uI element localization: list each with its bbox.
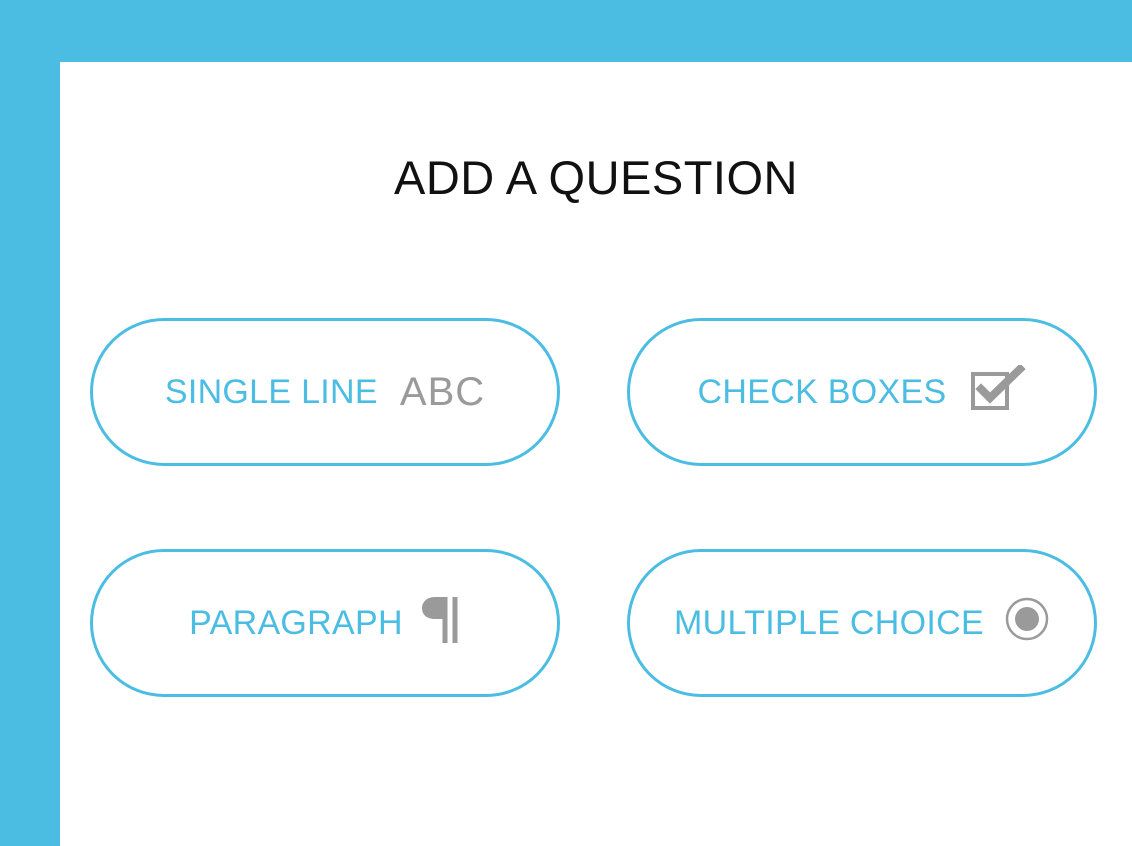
paragraph-button[interactable]: PARAGRAPH	[90, 549, 560, 697]
check-boxes-label: CHECK BOXES	[697, 372, 947, 411]
paragraph-label: PARAGRAPH	[189, 603, 403, 642]
paragraph-icon	[421, 595, 461, 645]
add-question-panel: ADD A QUESTION SINGLE LINE ABC CHECK BOX…	[60, 62, 1132, 846]
page-title: ADD A QUESTION	[394, 151, 798, 204]
single-line-button[interactable]: SINGLE LINE ABC	[90, 318, 560, 466]
single-line-label: SINGLE LINE	[164, 372, 378, 411]
check-boxes-button[interactable]: CHECK BOXES	[627, 318, 1097, 466]
top-bar	[0, 0, 1132, 62]
multiple-choice-label: MULTIPLE CHOICE	[674, 603, 984, 642]
checkbox-checked-icon	[970, 363, 1027, 411]
multiple-choice-button[interactable]: MULTIPLE CHOICE	[627, 549, 1097, 697]
radio-selected-icon	[1004, 596, 1050, 642]
side-bar	[0, 0, 60, 846]
abc-icon: ABC	[399, 369, 486, 414]
